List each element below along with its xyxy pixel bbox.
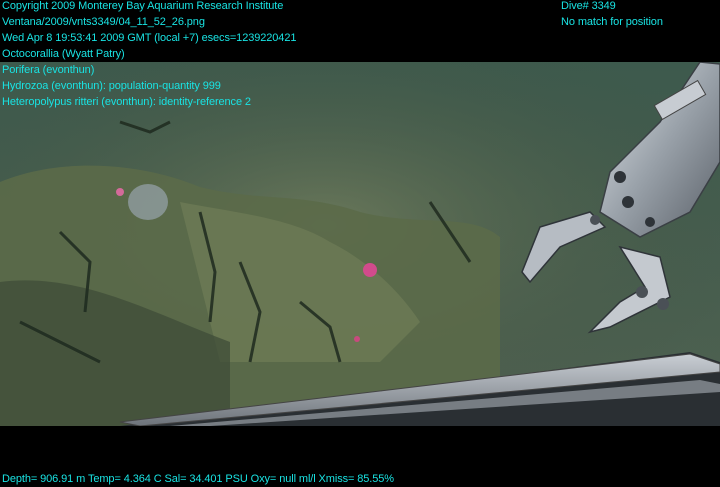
pink-organism-left: [116, 188, 124, 196]
copyright-text: Copyright 2009 Monterey Bay Aquarium Res…: [2, 0, 284, 12]
telemetry-readout: Depth= 906.91 m Temp= 4.364 C Sal= 34.40…: [2, 473, 394, 485]
sponge-organism: [128, 184, 168, 220]
seafloor-scene: [0, 62, 720, 426]
file-path-text: Ventana/2009/vnts3349/04_11_52_26.png: [2, 16, 205, 28]
heteropolypus-polyp: [363, 263, 377, 277]
annotation-hydrozoa: Hydrozoa (evonthun): population-quantity…: [2, 80, 221, 92]
seafloor-video-frame: [0, 62, 720, 426]
dive-number-text: Dive# 3349: [561, 0, 616, 12]
timestamp-text: Wed Apr 8 19:53:41 2009 GMT (local +7) e…: [2, 32, 297, 44]
position-status-text: No match for position: [561, 16, 663, 28]
annotation-porifera: Porifera (evonthun): [2, 64, 95, 76]
annotation-heteropolypus: Heteropolypus ritteri (evonthun): identi…: [2, 96, 251, 108]
pink-organism-small: [354, 336, 360, 342]
annotation-octocorallia: Octocorallia (Wyatt Patry): [2, 48, 125, 60]
